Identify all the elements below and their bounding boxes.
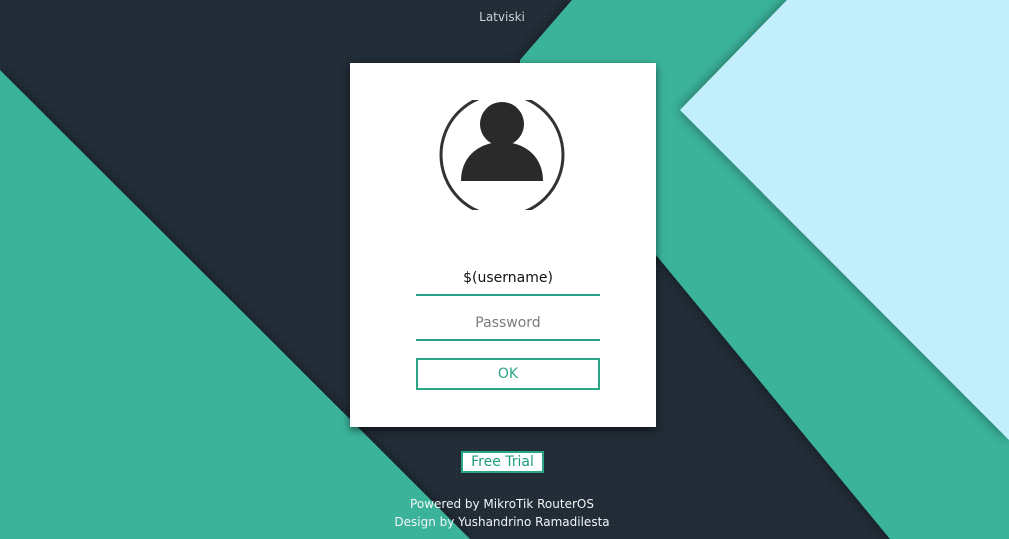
free-trial-button[interactable]: Free Trial	[461, 451, 544, 473]
user-avatar-icon	[439, 100, 565, 210]
login-card: OK	[350, 63, 656, 427]
password-field[interactable]	[416, 307, 600, 341]
powered-by-text: Powered by MikroTik RouterOS	[410, 497, 594, 511]
login-page: Latviski OK Free Trial Powered by MikroT…	[0, 0, 1009, 539]
design-credit-text: Design by Yushandrino Ramadilesta	[394, 515, 610, 529]
username-field[interactable]	[416, 262, 600, 296]
ok-button[interactable]: OK	[416, 358, 600, 390]
language-link[interactable]: Latviski	[0, 10, 1004, 24]
